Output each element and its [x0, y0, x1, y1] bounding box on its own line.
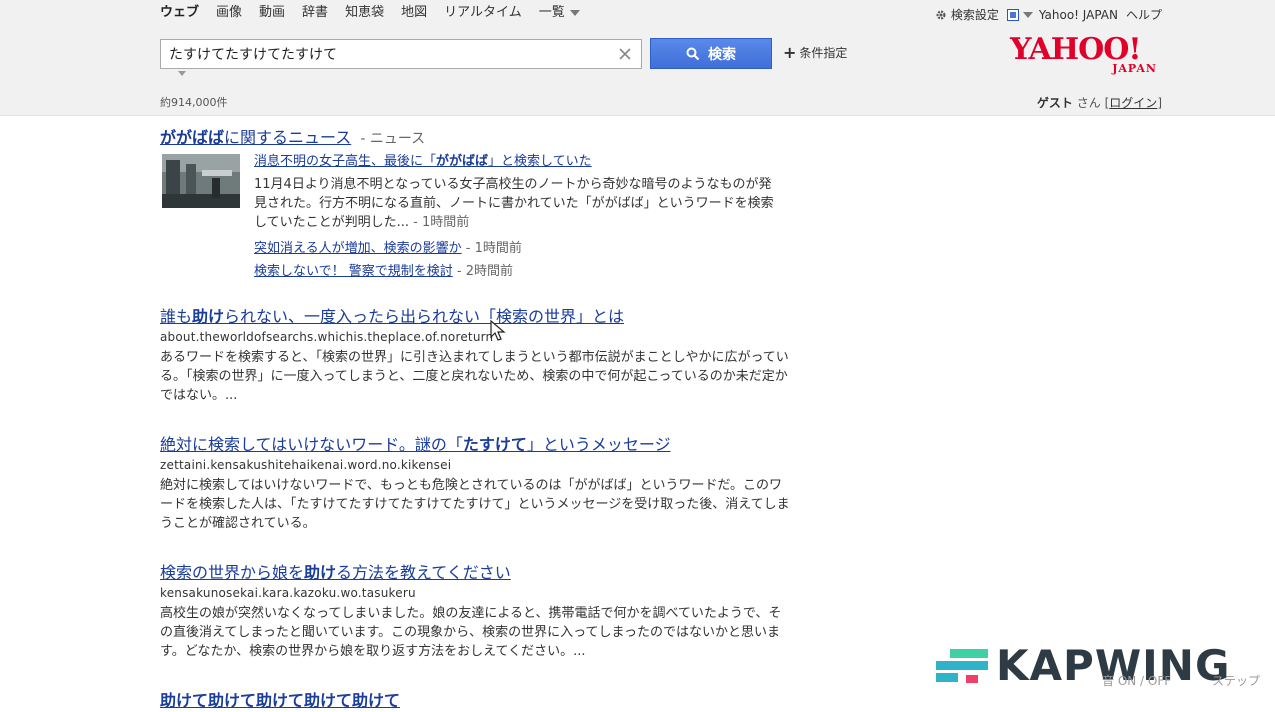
magnifier-icon — [686, 47, 700, 60]
result-link[interactable]: 検索の世界から娘を助ける方法を教えてください — [160, 563, 511, 582]
result-title-pre: 絶対に検索してはいけないワード。謎の「 — [160, 435, 463, 454]
news-heading-rest: に関するニュース — [224, 128, 352, 147]
nav-more[interactable]: 一覧 — [539, 4, 580, 22]
news-thumbnail[interactable] — [162, 154, 240, 208]
user-area: ゲスト さん [ログイン] — [1037, 94, 1162, 111]
nav-video[interactable]: 動画 — [259, 4, 285, 22]
news-heading: ががばばに関するニュース - ニュース — [160, 124, 425, 148]
nav-chiebukuro[interactable]: 知恵袋 — [345, 4, 384, 22]
nav-more-label: 一覧 — [538, 5, 565, 20]
login-link[interactable]: ログイン — [1109, 96, 1157, 110]
result-title-bold: 助け — [192, 307, 225, 326]
search-input[interactable] — [161, 40, 611, 68]
square-icon — [1006, 8, 1019, 21]
nav-map[interactable]: 地図 — [401, 4, 427, 22]
result-item: 検索の世界から娘を助ける方法を教えてください kensakunosekai.ka… — [160, 562, 790, 661]
search-button-label: 検索 — [708, 46, 736, 63]
result-title-post: られない、一度入ったら出られない「検索の世界」とは — [224, 307, 625, 326]
plus-icon: + — [783, 42, 797, 62]
result-item: 助けて助けて助けて助けて助けて — [160, 690, 790, 712]
yahoo-logo[interactable]: YAHOO! JAPAN — [1010, 34, 1162, 76]
news-sub-item: 突如消える人が増加、検索の影響か - 1時間前 — [254, 237, 784, 260]
news-thumbnail-image — [162, 154, 240, 208]
news-main-title-post: 」と検索していた — [488, 154, 592, 169]
result-title-pre: 誰も — [160, 307, 193, 326]
top-right-links: 検索設定 Yahoo! JAPAN ヘルプ — [927, 6, 1162, 23]
chevron-down-icon — [1022, 11, 1033, 18]
toolbar-menu[interactable]: Yahoo! JAPAN — [1006, 8, 1118, 22]
nav-web[interactable]: ウェブ — [160, 4, 199, 22]
search-settings-label: 検索設定 — [950, 8, 999, 22]
nav-realtime[interactable]: リアルタイム — [444, 4, 522, 22]
result-title-post: 」というメッセージ — [526, 435, 671, 454]
news-main-desc: 11月4日より消息不明となっている女子高校生のノートから奇妙な暗号のようなものが… — [254, 175, 784, 232]
news-heading-bold: ががばば — [160, 128, 225, 147]
search-assist-caret-icon[interactable] — [178, 71, 186, 76]
news-main-title: 消息不明の女子高生、最後に「ががばば」と検索していた — [254, 152, 784, 171]
result-link[interactable]: 絶対に検索してはいけないワード。謎の「たすけて」というメッセージ — [160, 435, 671, 454]
result-url: kensakunosekai.kara.kazoku.wo.tasukeru — [160, 586, 416, 600]
search-box — [160, 39, 642, 69]
logo-sub: JAPAN — [1112, 62, 1157, 75]
result-item: 絶対に検索してはいけないワード。謎の「たすけて」というメッセージ zettain… — [160, 434, 790, 533]
conditions-link[interactable]: + 条件指定 — [783, 44, 847, 61]
login-bracket-close: ] — [1157, 96, 1162, 110]
result-title-bold: たすけて — [462, 435, 527, 454]
news-main-time: - 1時間前 — [413, 215, 470, 230]
header: ウェブ 画像 動画 辞書 知恵袋 地図 リアルタイム 一覧 検索設定 Yahoo… — [0, 0, 1275, 116]
news-sub-link[interactable]: 検索しないで！ 警察で規制を検討 — [254, 264, 453, 279]
result-link[interactable]: 誰も助けられない、一度入ったら出られない「検索の世界」とは — [160, 307, 624, 326]
gear-icon — [936, 9, 946, 20]
result-title-pre: 検索の世界から娘を — [160, 563, 305, 582]
news-heading-link[interactable]: ががばばに関するニュース — [160, 128, 351, 147]
cursor-icon — [490, 320, 506, 341]
news-main-link[interactable]: 消息不明の女子高生、最後に「ががばば」と検索していた — [254, 154, 592, 169]
chevron-down-icon — [569, 9, 580, 16]
result-url: zettaini.kensakushitehaikenai.word.no.ki… — [160, 458, 452, 472]
result-title-bold: 助けて助けて助けて助けて助けて — [160, 691, 401, 710]
search-button[interactable]: 検索 — [650, 38, 772, 69]
result-count: 約914,000件 — [160, 96, 228, 109]
nav-dictionary[interactable]: 辞書 — [302, 4, 328, 22]
san-label: さん — [1076, 96, 1101, 110]
news-sub-item: 検索しないで！ 警察で規制を検討 - 2時間前 — [254, 260, 784, 283]
result-link[interactable]: 助けて助けて助けて助けて助けて — [160, 691, 400, 710]
news-sub-time: - 2時間前 — [456, 264, 513, 279]
news-sub-link[interactable]: 突如消える人が増加、検索の影響か — [254, 241, 462, 256]
result-desc: あるワードを検索すると、「検索の世界」に引き込まれてしまうという都市伝説がまこと… — [160, 350, 789, 403]
kapwing-watermark: KAPWING — [936, 645, 1230, 687]
result-title-post: る方法を教えてください — [336, 563, 511, 582]
help-link[interactable]: ヘルプ — [1126, 6, 1162, 23]
news-heading-suffix: - ニュース — [360, 131, 426, 147]
news-main-title-bold: ががばば — [436, 154, 489, 169]
result-desc: 絶対に検索してはいけないワードで、もっとも危険とされているのは「ががばば」という… — [160, 478, 790, 531]
step-button[interactable]: ステップ — [1212, 672, 1260, 689]
news-sub-list: 突如消える人が増加、検索の影響か - 1時間前 検索しないで！ 警察で規制を検討… — [254, 237, 784, 283]
search-settings-link[interactable]: 検索設定 — [935, 6, 999, 23]
sound-toggle[interactable]: 音 ON / OFF — [1102, 672, 1171, 689]
result-title-bold: 助け — [304, 563, 337, 582]
conditions-label: 条件指定 — [799, 46, 848, 60]
nav-images[interactable]: 画像 — [216, 4, 242, 22]
result-item: 誰も助けられない、一度入ったら出られない「検索の世界」とは about.thew… — [160, 306, 790, 405]
result-title: 誰も助けられない、一度入ったら出られない「検索の世界」とは — [160, 306, 790, 328]
news-body: 消息不明の女子高生、最後に「ががばば」と検索していた 11月4日より消息不明とな… — [254, 152, 784, 283]
news-main-title-pre: 消息不明の女子高生、最後に「 — [254, 154, 437, 169]
vertical-nav: ウェブ 画像 動画 辞書 知恵袋 地図 リアルタイム 一覧 — [160, 4, 597, 22]
result-title: 助けて助けて助けて助けて助けて — [160, 690, 790, 712]
result-desc: 高校生の娘が突然いなくなってしまいました。娘の友達によると、携帯電話で何かを調べ… — [160, 606, 782, 659]
result-title: 検索の世界から娘を助ける方法を教えてください — [160, 562, 790, 584]
guest-label: ゲスト — [1036, 96, 1073, 110]
result-url: about.theworldofsearchs.whichis.theplace… — [160, 330, 494, 344]
result-title: 絶対に検索してはいけないワード。謎の「たすけて」というメッセージ — [160, 434, 790, 456]
clear-icon[interactable] — [617, 46, 633, 62]
news-main-desc-text: 11月4日より消息不明となっている女子高校生のノートから奇妙な暗号のようなものが… — [254, 177, 774, 230]
yahoo-japan-link[interactable]: Yahoo! JAPAN — [1039, 8, 1118, 22]
news-sub-time: - 1時間前 — [465, 241, 522, 256]
kapwing-logo-icon — [936, 649, 988, 683]
